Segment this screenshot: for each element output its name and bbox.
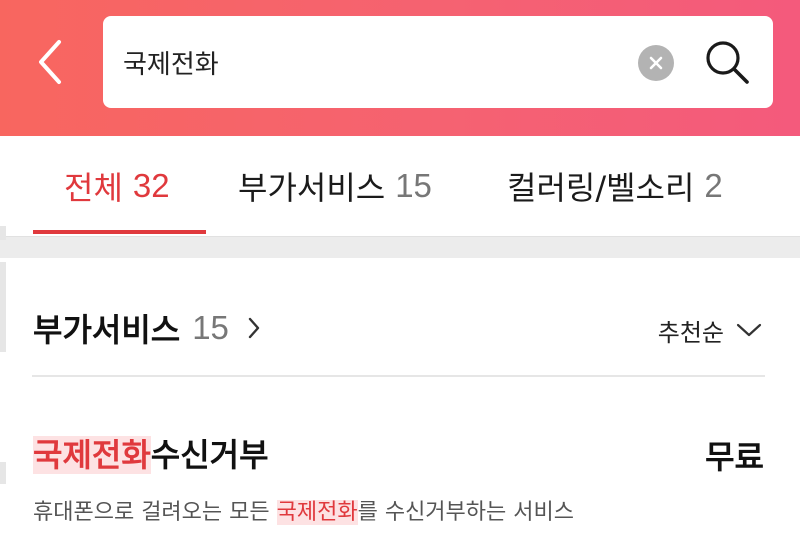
tab-count: 32 [132,167,170,204]
addon-services-section: 부가서비스 15 추천순 국제전화수신거부 무료 휴대폰으로 걸려오는 모든 국… [0,258,800,540]
tab-coloring-ringtone[interactable]: 컬러링/벨소리 2 [507,160,723,212]
chevron-right-icon [247,316,261,340]
search-icon [706,41,749,84]
item-desc-before: 휴대폰으로 걸려오는 모든 [33,500,277,525]
section-divider-bar [0,236,800,258]
tab-addon-services[interactable]: 부가서비스 15 [238,160,432,212]
section-header-link[interactable]: 부가서비스 15 [33,306,261,350]
edge-mark [0,226,6,240]
item-price: 무료 [705,438,764,476]
chevron-down-icon [736,322,762,338]
search-box [103,16,773,108]
tab-label: 전체 [64,169,123,207]
sort-dropdown[interactable]: 추천순 [658,310,762,350]
clear-search-button[interactable] [638,45,674,81]
edge-mark [0,462,6,484]
back-button[interactable] [26,34,74,90]
item-title-highlight: 국제전화 [33,436,151,474]
item-desc-after: 를 수신거부하는 서비스 [357,500,574,525]
back-arrow-icon [39,40,61,84]
tab-count: 15 [395,167,432,204]
sort-label: 추천순 [657,318,724,347]
item-description: 휴대폰으로 걸려오는 모든 국제전화를 수신거부하는 서비스 [33,494,574,526]
search-button[interactable] [701,36,753,88]
tab-label: 부가서비스 [238,169,386,207]
section-count: 15 [192,309,229,346]
clear-x-icon [649,56,663,70]
active-tab-indicator [33,230,206,234]
tab-all[interactable]: 전체 32 [64,160,170,212]
section-title: 부가서비스 [33,311,181,349]
category-tabs: 전체 32 부가서비스 15 컬러링/벨소리 2 [0,136,800,236]
item-title: 국제전화수신거부 [33,430,269,476]
edge-mark [0,262,6,352]
search-input[interactable] [123,40,623,84]
section-divider [32,375,765,377]
item-desc-highlight: 국제전화 [276,500,358,525]
tab-count: 2 [704,167,723,204]
search-header [0,0,800,136]
tab-label: 컬러링/벨소리 [507,169,695,207]
list-item[interactable]: 국제전화수신거부 무료 휴대폰으로 걸려오는 모든 국제전화를 수신거부하는 서… [0,418,800,540]
item-title-rest: 수신거부 [150,436,269,474]
